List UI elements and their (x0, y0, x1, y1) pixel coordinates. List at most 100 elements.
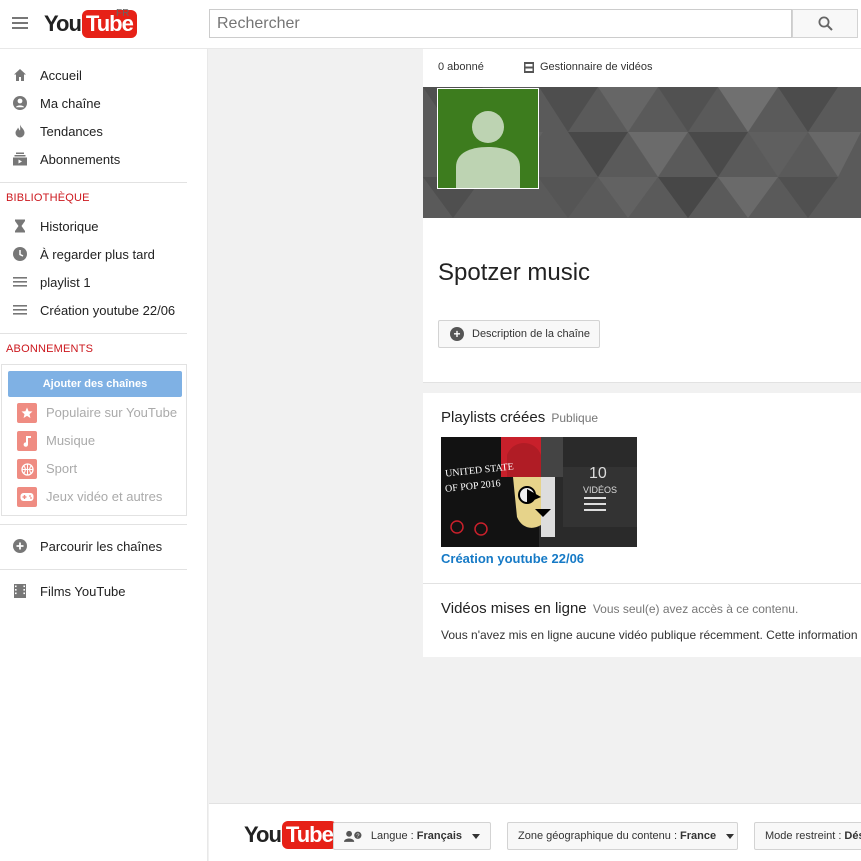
description-button-label: Description de la chaîne (472, 328, 591, 340)
sidebar-item-movies[interactable]: Films YouTube (0, 578, 200, 604)
guide-sidebar: Accueil Ma chaîne Tendances Abonnements … (0, 49, 208, 861)
logo-you: You (44, 11, 82, 36)
sidebar-item-trending[interactable]: Tendances (0, 118, 200, 144)
sidebar-divider (0, 333, 187, 334)
sub-item-games[interactable]: Jeux vidéo et autres (2, 483, 186, 509)
sidebar-item-watch-later[interactable]: À regarder plus tard (0, 241, 200, 267)
gamepad-icon (17, 487, 37, 507)
sidebar-item-label: playlist 1 (40, 275, 91, 290)
sidebar-item-my-channel[interactable]: Ma chaîne (0, 90, 200, 116)
restricted-label: Mode restreint : (765, 830, 842, 842)
footer-logo-tube: Tube (281, 821, 337, 849)
sidebar-item-label: Ma chaîne (40, 96, 101, 111)
region-label: Zone géographique du contenu : (518, 830, 678, 842)
sidebar-item-label: Abonnements (40, 152, 121, 167)
thumbnail-videos-label: VIDÉOS (583, 485, 618, 495)
sidebar-item-history[interactable]: Historique (0, 213, 200, 239)
footer-logo[interactable]: You Tube (244, 821, 337, 849)
uploads-empty-message: Vous n'avez mis en ligne aucune vidéo pu… (441, 628, 861, 642)
add-channels-button[interactable]: Ajouter des chaînes (8, 371, 182, 397)
library-heading: BIBLIOTHÈQUE (6, 192, 90, 204)
region-value: France (680, 830, 717, 842)
chevron-down-icon (472, 833, 480, 839)
masthead: You Tube FR (0, 0, 861, 49)
ball-icon (17, 459, 37, 479)
language-value: Français (416, 830, 462, 842)
subscriptions-icon (13, 152, 27, 166)
restricted-value: Dés (844, 830, 861, 842)
star-icon (17, 403, 37, 423)
sub-item-label: Musique (46, 433, 96, 448)
search-input[interactable] (209, 9, 792, 38)
sub-item-label: Sport (46, 461, 78, 476)
home-icon (14, 69, 26, 81)
region-picker-button[interactable]: Zone géographique du contenu : France (507, 822, 738, 850)
video-manager-link[interactable]: Gestionnaire de vidéos (524, 61, 653, 73)
sidebar-divider (0, 524, 187, 525)
uploads-title[interactable]: Vidéos mises en ligne (441, 600, 587, 617)
sidebar-item-label: Tendances (40, 124, 103, 139)
subscriber-count: 0 abonné (438, 61, 484, 73)
sub-item-label: Populaire sur YouTube (46, 405, 178, 420)
language-picker-button[interactable]: ? Langue : Français (333, 822, 491, 850)
channel-card: Spotzer music + Description de la chaîne (423, 218, 861, 383)
search-button[interactable] (792, 9, 858, 38)
channel-name: Spotzer music (438, 259, 591, 286)
sub-item-label: Jeux vidéo et autres (46, 489, 163, 504)
video-manager-label: Gestionnaire de vidéos (540, 61, 653, 73)
playlist-icon (13, 277, 27, 287)
channel-top-bar: 0 abonné Gestionnaire de vidéos (423, 49, 861, 87)
music-note-icon (17, 431, 37, 451)
sidebar-divider (0, 182, 187, 183)
sidebar-item-creation-playlist[interactable]: Création youtube 22/06 (0, 297, 200, 323)
playlists-section-title: Playlists créées Publique (441, 409, 598, 426)
playlist-icon (13, 305, 27, 315)
playlist-title-link[interactable]: Création youtube 22/06 (441, 551, 584, 566)
footer: You Tube ? Langue : Français Zone géogra… (209, 803, 861, 861)
playlists-title: Playlists créées (441, 409, 546, 426)
sidebar-divider (0, 569, 187, 570)
language-icon: ? (344, 830, 362, 842)
sub-item-sport[interactable]: Sport (2, 455, 186, 481)
restricted-mode-button[interactable]: Mode restreint : Dés (754, 822, 861, 850)
channel-description-button[interactable]: + Description de la chaîne (438, 320, 600, 348)
sidebar-item-label: Parcourir les chaînes (40, 539, 163, 554)
suggested-channels-box: Ajouter des chaînes Populaire sur YouTub… (1, 364, 187, 516)
sidebar-item-label: Films YouTube (40, 584, 126, 599)
sub-item-music[interactable]: Musique (2, 427, 186, 453)
sidebar-item-browse-channels[interactable]: Parcourir les chaînes (0, 533, 200, 559)
sub-item-popular[interactable]: Populaire sur YouTube (2, 399, 186, 425)
account-icon (13, 96, 27, 110)
chevron-down-icon (726, 833, 735, 839)
clock-icon (13, 247, 27, 261)
film-icon (14, 584, 26, 598)
footer-logo-you: You (244, 822, 282, 847)
playlist-thumbnail[interactable]: UNITED STATE OF POP 2016 10 VIDÉOS (441, 437, 637, 547)
sidebar-item-home[interactable]: Accueil (0, 62, 200, 88)
section-divider (423, 583, 861, 584)
channel-sections: Playlists créées Publique UNITED STATE O… (423, 393, 861, 657)
sidebar-item-label: Accueil (40, 68, 82, 83)
language-label: Langue : (370, 830, 414, 842)
menu-icon[interactable] (12, 17, 28, 31)
youtube-logo[interactable]: You Tube FR (44, 8, 137, 38)
subscriptions-heading: ABONNEMENTS (6, 343, 94, 355)
sidebar-item-subscriptions[interactable]: Abonnements (0, 146, 200, 172)
search-icon (818, 16, 833, 31)
channel-avatar[interactable] (437, 88, 539, 189)
hourglass-icon (15, 219, 25, 233)
playlists-visibility: Publique (551, 411, 599, 425)
sidebar-item-label: Création youtube 22/06 (40, 303, 176, 318)
sidebar-item-label: À regarder plus tard (40, 247, 155, 262)
default-avatar-icon (456, 111, 520, 188)
country-code: FR (116, 8, 130, 19)
thumbnail-video-count: 10 (589, 465, 607, 482)
sidebar-item-label: Historique (40, 219, 99, 234)
sidebar-item-playlist-1[interactable]: playlist 1 (0, 269, 200, 295)
uploads-section-title: Vidéos mises en ligne Vous seul(e) avez … (441, 600, 798, 617)
video-manager-icon (524, 61, 534, 73)
plus-circle-icon (13, 539, 27, 553)
uploads-note: Vous seul(e) avez accès à ce contenu. (592, 602, 799, 616)
flame-icon (15, 124, 25, 138)
plus-icon: + (450, 327, 464, 341)
